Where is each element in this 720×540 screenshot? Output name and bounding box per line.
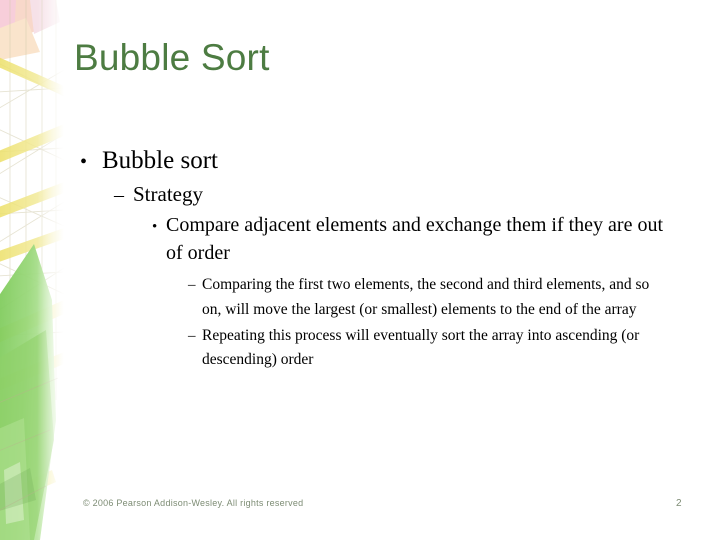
bullet-marker-icon: •: [152, 218, 158, 235]
bullet-level2-text: Strategy: [133, 181, 203, 206]
bullet-level3-text: Compare adjacent elements and exchange t…: [166, 213, 664, 265]
bullet-level4-item: – Comparing the first two elements, the …: [188, 273, 672, 322]
bullet-level4-item: – Repeating this process will eventually…: [188, 324, 672, 373]
page-title: Bubble Sort: [74, 37, 270, 78]
bullet-level4-text: Comparing the first two elements, the se…: [202, 276, 650, 318]
scaffolding-lattice-graphic: [0, 0, 64, 540]
slide: Bubble Sort • Bubble sort – Strategy • C…: [0, 0, 720, 540]
bullet-level2: – Strategy: [114, 182, 672, 207]
dash-marker-icon: –: [188, 328, 196, 345]
bullet-level1-text: Bubble sort: [102, 147, 218, 174]
slide-body: • Bubble sort – Strategy • Compare adjac…: [80, 146, 672, 375]
dash-marker-icon: –: [114, 183, 124, 206]
decorative-left-strip: [0, 0, 64, 540]
dash-marker-icon: –: [188, 277, 196, 294]
bullet-level1: • Bubble sort: [80, 146, 672, 176]
footer-page-number: 2: [676, 498, 682, 509]
bullet-level3: • Compare adjacent elements and exchange…: [152, 211, 672, 268]
bullet-level4-text: Repeating this process will eventually s…: [202, 327, 640, 369]
bullet-marker-icon: •: [80, 151, 88, 173]
footer-copyright: © 2006 Pearson Addison-Wesley. All right…: [83, 498, 304, 508]
